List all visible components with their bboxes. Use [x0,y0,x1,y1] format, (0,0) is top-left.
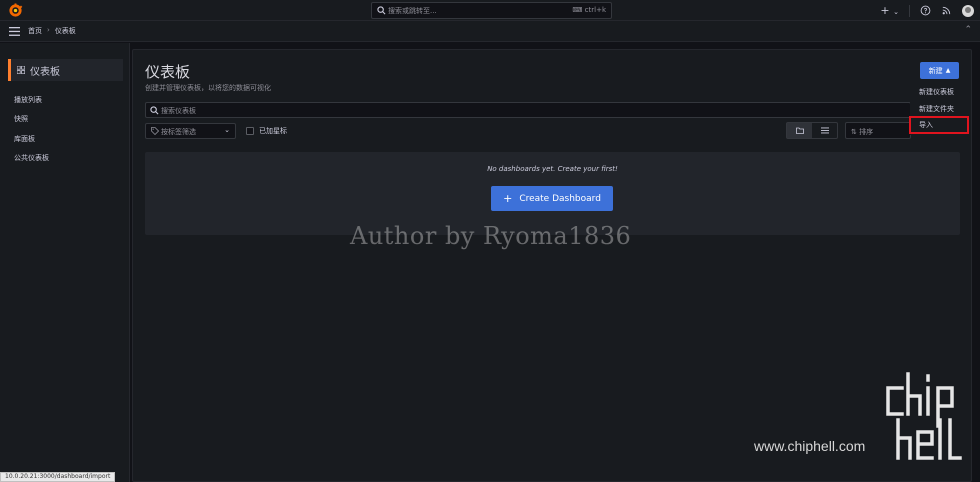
page-title: 仪表板 [145,63,191,81]
grid-icon [17,66,25,74]
user-avatar[interactable] [962,4,974,17]
sidebar-item-playlists[interactable]: 播放列表 [14,95,42,105]
search-placeholder: 搜索或跳转至... [388,7,437,15]
menu-icon[interactable] [9,27,20,36]
create-dashboard-button[interactable]: + Create Dashboard [491,186,613,211]
search-shortcut-hint: ⌨ ctrl+k [572,6,606,14]
breadcrumb-home[interactable]: 首页 [28,26,42,36]
starred-filter[interactable]: 已加星标 [246,126,287,136]
folder-view-button[interactable] [787,123,812,138]
dashboards-page: 仪表板 创建并管理仪表板，以将您的数据可视化 新建 ▲ 搜索仪表板 按标签筛选 … [132,49,972,482]
chevron-down-icon: ⌄ [224,126,230,134]
tag-filter-select[interactable]: 按标签筛选 ⌄ [145,123,236,139]
status-bar-url: 10.0.20.21:3000/dashboard/import [0,472,116,482]
topbar-actions: + ⌄ [880,3,974,18]
search-icon [377,6,386,15]
chevron-up-icon[interactable]: ⌃ [964,25,972,35]
news-feed-icon[interactable] [941,5,952,16]
sort-icon: ⇅ [851,128,857,136]
folder-icon [795,127,804,134]
sidebar-item-public-dashboards[interactable]: 公共仪表板 [14,153,49,163]
plus-icon: + [503,192,513,205]
divider [909,4,910,17]
view-toggle [786,122,838,139]
global-search-input[interactable]: 搜索或跳转至... ⌨ ctrl+k [371,2,612,19]
dashboard-search-input[interactable]: 搜索仪表板 [145,102,911,118]
import-highlight-box [909,116,969,134]
dashboard-search-placeholder: 搜索仪表板 [161,107,196,115]
sidebar-item-library-panels[interactable]: 库面板 [14,134,35,144]
help-icon[interactable] [920,5,931,16]
dashboards-sidebar: 仪表板 播放列表 快照 库面板 公共仪表板 [0,43,130,482]
list-icon [820,127,829,134]
menu-item-new-folder[interactable]: 新建文件夹 [919,104,954,114]
menu-item-new-dashboard[interactable]: 新建仪表板 [919,87,954,97]
new-button[interactable]: 新建 ▲ [920,62,959,79]
tag-filter-placeholder: 按标签筛选 [161,128,196,136]
empty-state-message: No dashboards yet. Create your first! [487,165,618,173]
keyboard-icon: ⌨ [572,6,583,14]
breadcrumb-separator: › [47,26,50,34]
starred-checkbox[interactable] [246,127,254,135]
shortcut-label: ctrl+k [584,6,606,14]
top-navbar: 搜索或跳转至... ⌨ ctrl+k + ⌄ [0,0,980,21]
page-subtitle: 创建并管理仪表板，以将您的数据可视化 [145,84,271,92]
sort-placeholder: ⇅ 排序 [851,127,873,137]
search-icon [150,106,159,115]
sort-select[interactable]: ⇅ 排序 [845,122,911,139]
tag-icon [151,127,159,135]
sort-label: 排序 [859,128,874,136]
list-view-button[interactable] [812,123,837,138]
add-new-button[interactable]: + ⌄ [880,4,899,17]
chiphell-logo-icon [886,372,962,460]
site-watermark: www.chiphell.com [754,438,866,454]
create-dashboard-label: Create Dashboard [519,193,601,204]
starred-label: 已加星标 [259,127,287,135]
breadcrumb-current: 仪表板 [54,27,76,35]
sidebar-section-label: 仪表板 [30,66,60,78]
breadcrumb-bar: 首页 › 仪表板 ⌃ [0,21,980,42]
grafana-logo-icon[interactable] [8,3,23,18]
sidebar-section-dashboards[interactable]: 仪表板 [8,59,123,81]
author-watermark: Author by Ryoma1836 [350,222,632,250]
chevron-down-icon: ⌄ [893,8,899,16]
breadcrumb: 首页 › 仪表板 [28,26,76,36]
sidebar-item-snapshots[interactable]: 快照 [14,114,28,124]
chevron-up-icon: ▲ [945,67,951,74]
new-button-label: 新建 [928,66,943,75]
add-label: + [880,4,890,17]
